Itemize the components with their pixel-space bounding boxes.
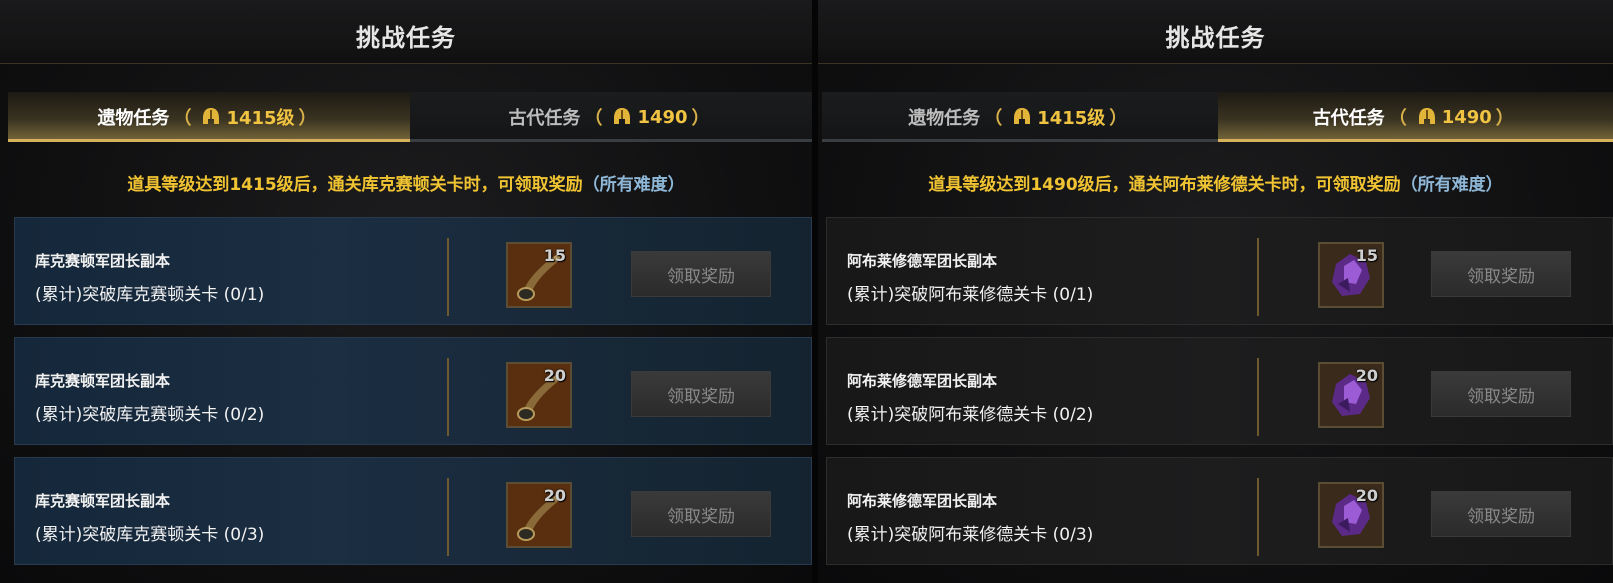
tab-bar: 遗物任务 （ 1415级 ） 古代任务 （ 1490 ）	[8, 92, 812, 142]
helmet-icon	[1418, 108, 1435, 124]
left-challenge-panel: 挑战任务 遗物任务 （ 1415级 ） 古代任务 （ 1490 ） 道具等级达到…	[0, 0, 812, 583]
difficulty-note: （所有难度）	[582, 175, 685, 195]
task-progress: (累计)突破库克赛顿关卡 (0/3)	[35, 525, 265, 545]
divider-line	[1257, 358, 1259, 436]
reward-item[interactable]: 20	[1318, 482, 1384, 548]
task-name: 库克赛顿军团长副本	[35, 492, 171, 510]
tab-level: 1415级	[226, 108, 295, 129]
reward-item[interactable]: 15	[506, 242, 572, 308]
tab-label: 古代任务	[508, 108, 581, 129]
title-bar: 挑战任务	[818, 0, 1613, 64]
tab-label: 古代任务	[1312, 108, 1385, 129]
tab-paren-close: ）	[1109, 108, 1128, 129]
condition-text: 道具等级达到1415级后，通关库克赛顿关卡时，可领取奖励	[127, 175, 583, 195]
right-challenge-panel: 挑战任务 遗物任务 （ 1415级 ） 古代任务 （ 1490 ） 道具等级达到…	[818, 0, 1613, 583]
task-name: 库克赛顿军团长副本	[35, 252, 171, 270]
tab-bar: 遗物任务 （ 1415级 ） 古代任务 （ 1490 ）	[822, 92, 1613, 142]
reward-item[interactable]: 20	[506, 482, 572, 548]
task-progress: (累计)突破阿布莱修德关卡 (0/2)	[847, 405, 1094, 425]
tab-level: 1415级	[1037, 108, 1106, 129]
task-name: 库克赛顿军团长副本	[35, 372, 171, 390]
task-row: 阿布莱修德军团长副本 (累计)突破阿布莱修德关卡 (0/3) 20 领取奖励	[826, 457, 1613, 565]
helmet-icon	[1014, 108, 1031, 124]
unlock-condition: 道具等级达到1490级后，通关阿布莱修德关卡时，可领取奖励（所有难度）	[818, 170, 1613, 195]
tab-paren-open: （	[173, 108, 192, 129]
tab-relic-quest[interactable]: 遗物任务 （ 1415级 ）	[822, 92, 1218, 142]
task-progress: (累计)突破库克赛顿关卡 (0/1)	[35, 285, 265, 305]
claim-reward-button[interactable]: 领取奖励	[1431, 491, 1571, 537]
task-name: 阿布莱修德军团长副本	[847, 372, 998, 390]
divider-line	[447, 478, 449, 556]
helmet-icon	[203, 108, 220, 124]
divider-line	[447, 238, 449, 316]
reward-count: 20	[543, 366, 566, 385]
condition-text: 道具等级达到1490级后，通关阿布莱修德关卡时，可领取奖励	[928, 175, 1401, 195]
tab-paren-open: （	[584, 108, 603, 129]
claim-reward-button[interactable]: 领取奖励	[631, 371, 771, 417]
task-row: 阿布莱修德军团长副本 (累计)突破阿布莱修德关卡 (0/2) 20 领取奖励	[826, 337, 1613, 445]
task-name: 阿布莱修德军团长副本	[847, 252, 998, 270]
tab-level: 1490	[637, 106, 688, 128]
panel-title: 挑战任务	[1165, 24, 1266, 52]
divider-line	[447, 358, 449, 436]
panel-title: 挑战任务	[356, 24, 456, 52]
tab-paren-close: ）	[1495, 108, 1514, 129]
title-bar: 挑战任务	[0, 0, 812, 64]
claim-reward-button[interactable]: 领取奖励	[631, 491, 771, 537]
reward-count: 15	[543, 246, 566, 265]
reward-count: 20	[1355, 486, 1378, 505]
reward-item[interactable]: 15	[1318, 242, 1384, 308]
task-row: 库克赛顿军团长副本 (累计)突破库克赛顿关卡 (0/2) 20 领取奖励	[14, 337, 812, 445]
task-progress: (累计)突破阿布莱修德关卡 (0/3)	[847, 525, 1094, 545]
task-row: 阿布莱修德军团长副本 (累计)突破阿布莱修德关卡 (0/1) 15 领取奖励	[826, 217, 1613, 325]
tab-paren-open: （	[984, 108, 1003, 129]
task-name: 阿布莱修德军团长副本	[847, 492, 998, 510]
divider-line	[1257, 238, 1259, 316]
task-row: 库克赛顿军团长副本 (累计)突破库克赛顿关卡 (0/1) 15 领取奖励	[14, 217, 812, 325]
tab-ancient-quest[interactable]: 古代任务 （ 1490 ）	[410, 92, 812, 142]
difficulty-note: （所有难度）	[1400, 175, 1503, 195]
reward-count: 15	[1355, 246, 1378, 265]
reward-count: 20	[543, 486, 566, 505]
task-row: 库克赛顿军团长副本 (累计)突破库克赛顿关卡 (0/3) 20 领取奖励	[14, 457, 812, 565]
tab-paren-open: （	[1388, 108, 1407, 129]
task-progress: (累计)突破阿布莱修德关卡 (0/1)	[847, 285, 1094, 305]
tab-paren-close: ）	[298, 108, 317, 129]
claim-reward-button[interactable]: 领取奖励	[631, 251, 771, 297]
reward-item[interactable]: 20	[506, 362, 572, 428]
claim-reward-button[interactable]: 领取奖励	[1431, 251, 1571, 297]
reward-count: 20	[1355, 366, 1378, 385]
tab-relic-quest[interactable]: 遗物任务 （ 1415级 ）	[8, 92, 410, 142]
unlock-condition: 道具等级达到1415级后，通关库克赛顿关卡时，可领取奖励（所有难度）	[0, 170, 812, 195]
tab-ancient-quest[interactable]: 古代任务 （ 1490 ）	[1217, 92, 1613, 142]
tab-paren-close: ）	[691, 108, 710, 129]
tab-level: 1490	[1441, 106, 1492, 128]
tab-label: 遗物任务	[908, 108, 981, 129]
tab-label: 遗物任务	[97, 108, 170, 129]
helmet-icon	[614, 108, 631, 124]
divider-line	[1257, 478, 1259, 556]
reward-item[interactable]: 20	[1318, 362, 1384, 428]
task-progress: (累计)突破库克赛顿关卡 (0/2)	[35, 405, 265, 425]
claim-reward-button[interactable]: 领取奖励	[1431, 371, 1571, 417]
